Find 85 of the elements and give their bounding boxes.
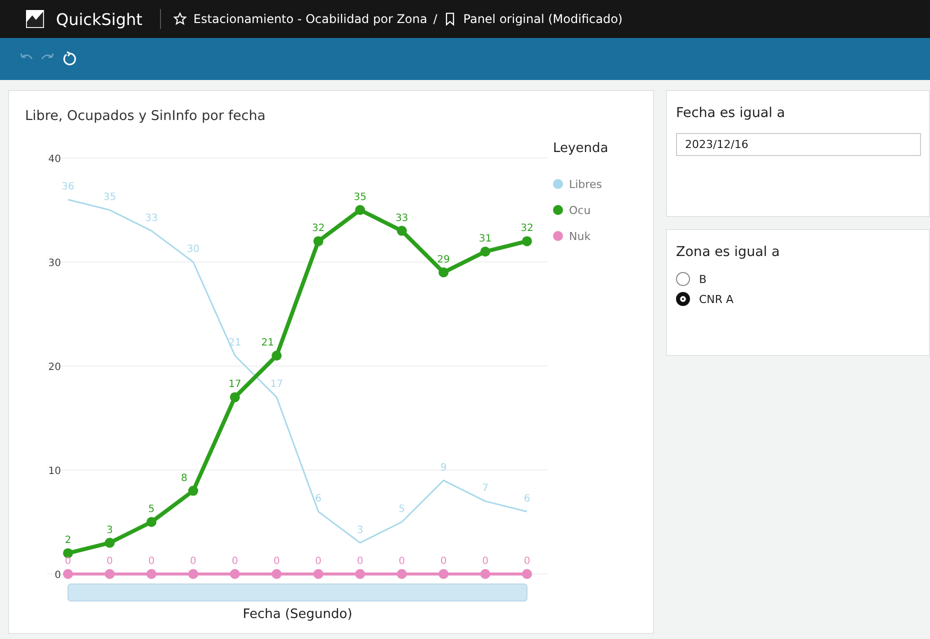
legend-label[interactable]: Libres	[569, 178, 602, 191]
data-label: 0	[398, 556, 405, 567]
radio-button[interactable]	[676, 292, 690, 306]
data-label: 0	[356, 556, 364, 567]
data-label: 32	[312, 223, 325, 234]
data-point[interactable]	[188, 486, 198, 496]
logo-icon	[26, 10, 44, 28]
data-point[interactable]	[480, 246, 490, 257]
data-point[interactable]	[104, 538, 115, 548]
data-point[interactable]	[188, 569, 198, 579]
data-label: 3	[356, 524, 364, 536]
data-label: 5	[398, 504, 405, 515]
filter-title: Zona es igual a	[676, 244, 781, 260]
data-point[interactable]	[438, 569, 449, 579]
data-point[interactable]	[146, 517, 156, 527]
data-point[interactable]	[355, 569, 366, 579]
data-label: 32	[520, 223, 534, 234]
data-point[interactable]	[355, 205, 366, 215]
data-point[interactable]	[396, 569, 407, 579]
data-point[interactable]	[438, 267, 449, 278]
data-point[interactable]	[272, 569, 282, 579]
y-tick-label: 0	[54, 570, 61, 581]
data-label: 17	[228, 379, 242, 390]
data-label: 0	[482, 556, 488, 567]
data-point[interactable]	[230, 392, 240, 402]
data-point[interactable]	[272, 350, 282, 361]
data-label: 0	[232, 556, 238, 567]
title-separator: /	[433, 12, 438, 26]
data-point[interactable]	[63, 548, 73, 558]
data-label: 0	[190, 556, 196, 567]
data-label: 9	[440, 462, 447, 474]
data-label: 8	[181, 472, 188, 484]
data-point[interactable]	[63, 569, 73, 579]
star-icon[interactable]	[173, 12, 188, 26]
data-label: 2	[64, 535, 72, 546]
data-point[interactable]	[396, 226, 407, 236]
data-label: 33	[145, 212, 158, 224]
data-label: 0	[106, 556, 113, 567]
data-label: 33	[395, 212, 408, 224]
data-label: 7	[482, 483, 488, 494]
y-tick-label: 40	[48, 154, 61, 165]
date-field[interactable]: 2023/12/16	[676, 133, 921, 156]
data-label: 6	[315, 494, 322, 505]
reset-icon[interactable]	[62, 51, 78, 67]
data-point[interactable]	[522, 236, 532, 246]
data-point[interactable]	[146, 569, 156, 579]
y-tick-label: 10	[48, 466, 61, 477]
x-axis-title: Fecha (Segundo)	[242, 607, 352, 622]
data-label: 0	[315, 556, 322, 567]
data-label: 35	[354, 192, 366, 203]
data-point[interactable]	[313, 236, 324, 246]
data-label: 0	[524, 556, 530, 567]
legend-title: Leyenda	[553, 141, 608, 156]
filter-title: Fecha es igual a	[676, 105, 786, 121]
data-label: 35	[103, 192, 116, 203]
data-label: 29	[437, 254, 450, 266]
data-label: 0	[273, 556, 280, 567]
data-point[interactable]	[313, 569, 324, 579]
sheet-title: Panel original (Modificado)	[463, 12, 623, 26]
data-point[interactable]	[480, 569, 490, 579]
legend-label[interactable]: Nuk	[569, 230, 591, 243]
range-slider[interactable]	[68, 584, 528, 602]
data-label: 0	[148, 556, 155, 567]
data-label: 36	[62, 182, 74, 193]
data-point[interactable]	[230, 569, 240, 579]
y-tick-label: 20	[48, 362, 61, 373]
data-label: 31	[478, 234, 492, 245]
radio-button[interactable]	[676, 272, 690, 286]
legend-label[interactable]: Ocu	[569, 204, 591, 217]
data-label: 0	[440, 556, 447, 567]
y-tick-label: 30	[48, 258, 61, 269]
analysis-title: Estacionamiento - Ocabilidad por Zona	[193, 12, 428, 26]
data-label: 6	[524, 494, 530, 505]
radio-label[interactable]: CNR A	[699, 292, 734, 306]
data-label: 3	[106, 524, 113, 536]
data-label: 21	[261, 338, 274, 349]
data-point[interactable]	[104, 569, 115, 579]
data-label: 30	[186, 244, 200, 255]
data-label: 5	[148, 504, 155, 515]
radio-label[interactable]: B	[699, 272, 707, 286]
app-name[interactable]: QuickSight	[56, 10, 142, 28]
data-label: 0	[64, 556, 72, 567]
data-point[interactable]	[522, 569, 532, 579]
data-label: 17	[270, 379, 283, 390]
chart-title: Libre, Ocupados y SinInfo por fecha	[24, 107, 267, 126]
